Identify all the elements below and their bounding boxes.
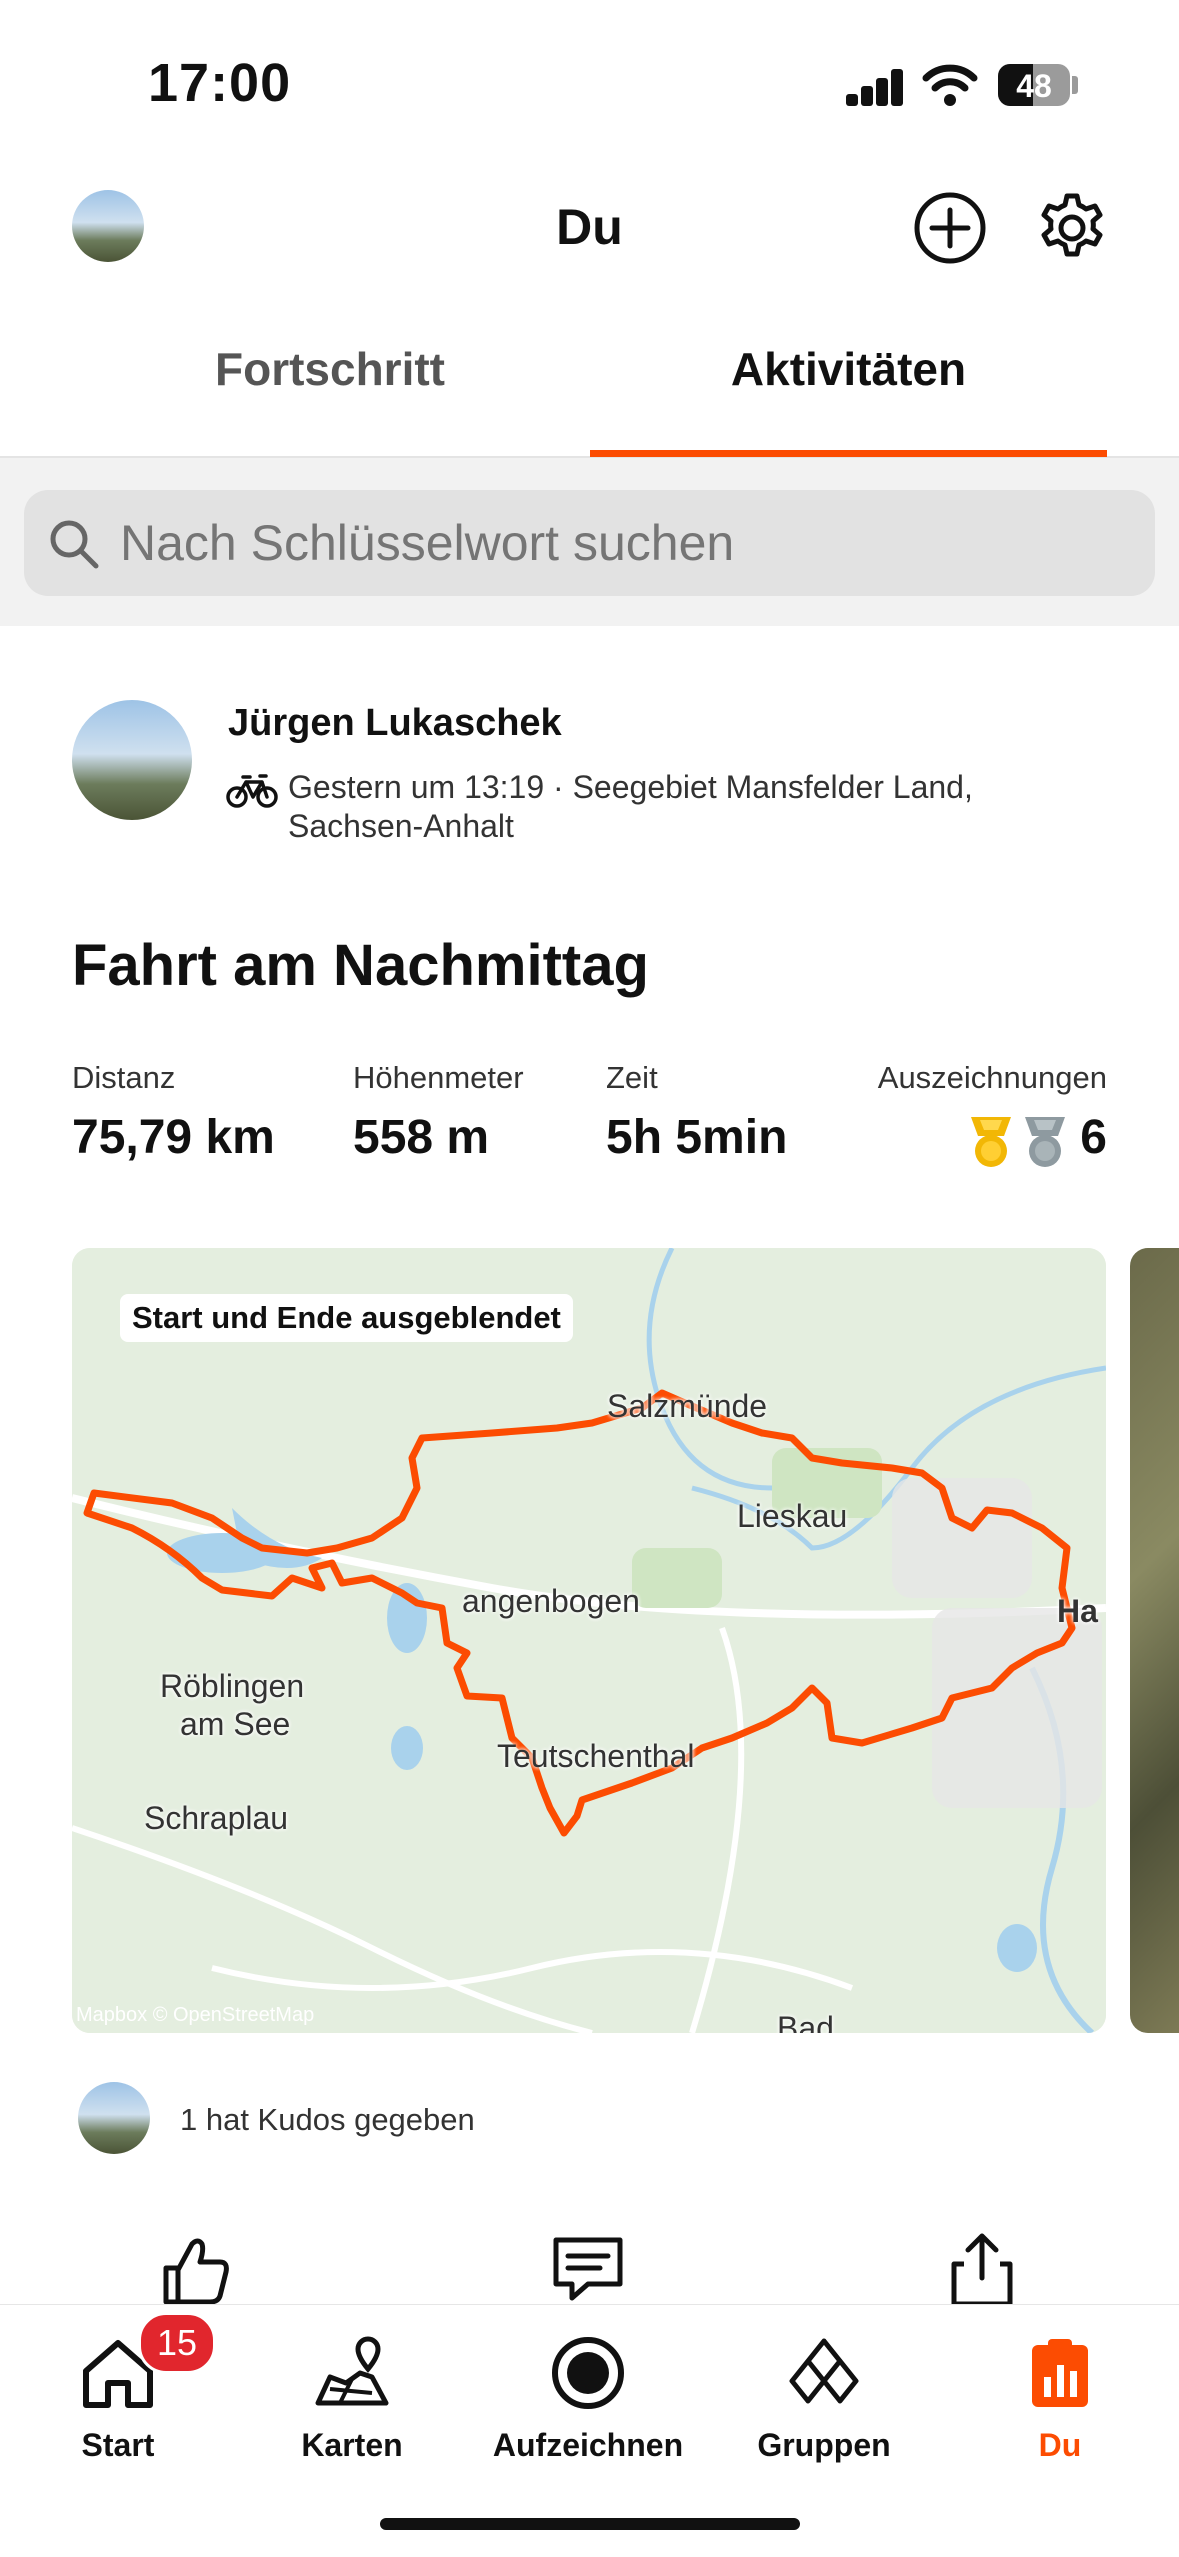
gold-medal-icon	[971, 1117, 1011, 1167]
comment-icon[interactable]	[548, 2230, 628, 2310]
battery-indicator: 48	[998, 64, 1070, 106]
you-icon	[1032, 2339, 1088, 2407]
nav-aufzeichnen-label: Aufzeichnen	[492, 2427, 684, 2463]
stat-achievements-value: 6	[1080, 1111, 1107, 1164]
nav-aufzeichnen[interactable]: Aufzeichnen	[488, 2305, 688, 2475]
stat-elevation-value: 558 m	[353, 1111, 490, 1164]
search-icon	[50, 520, 99, 569]
activity-user-avatar[interactable]	[72, 700, 192, 820]
kudos-text[interactable]: 1 hat Kudos gegeben	[180, 2102, 475, 2138]
activity-map[interactable]: Start und Ende ausgeblendet Salzmünde Li…	[72, 1248, 1106, 2033]
page-title: Du	[556, 199, 623, 255]
nav-du[interactable]: Du	[960, 2305, 1160, 2475]
groups-icon	[789, 2338, 859, 2404]
stat-distance-value: 75,79 km	[72, 1111, 275, 1164]
map-place-schraplau: Schraplau	[144, 1800, 289, 1836]
activity-meta: Gestern um 13:19 · Seegebiet Mansfelder …	[288, 769, 973, 805]
add-icon[interactable]	[912, 190, 988, 266]
bike-icon	[226, 774, 278, 808]
stat-achievements-label: Auszeichnungen	[877, 1060, 1107, 1095]
stat-time-label: Zeit	[606, 1060, 658, 1095]
battery-cap	[1072, 76, 1078, 94]
settings-gear-icon[interactable]	[1034, 190, 1110, 266]
tab-fortschritt[interactable]: Fortschritt	[60, 342, 600, 396]
activity-title[interactable]: Fahrt am Nachmittag	[72, 932, 649, 999]
notification-badge: 15	[138, 2312, 216, 2374]
map-attribution: Mapbox © OpenStreetMap	[76, 2004, 315, 2026]
nav-karten-label: Karten	[301, 2427, 403, 2463]
map-place-lieskau: Lieskau	[737, 1498, 848, 1534]
nav-gruppen-label: Gruppen	[757, 2427, 891, 2463]
home-indicator	[380, 2518, 800, 2530]
status-time: 17:00	[148, 53, 292, 113]
nav-gruppen[interactable]: Gruppen	[724, 2305, 924, 2475]
nav-karten[interactable]: Karten	[252, 2305, 452, 2475]
share-icon[interactable]	[942, 2230, 1022, 2310]
map-place-roeblingen: Röblingen	[160, 1668, 305, 1704]
nav-du-label: Du	[1038, 2427, 1082, 2463]
activity-photo-thumbnail[interactable]	[1130, 1248, 1179, 2033]
stat-distance-label: Distanz	[72, 1060, 176, 1095]
map-place-langenbogen: angenbogen	[462, 1583, 640, 1619]
record-icon	[552, 2337, 624, 2409]
map-place-bad: Bad	[777, 2010, 834, 2033]
stat-elevation-label: Höhenmeter	[353, 1060, 524, 1095]
kudos-avatar[interactable]	[78, 2082, 150, 2154]
activity-user-name[interactable]: Jürgen Lukaschek	[228, 702, 562, 745]
stat-time-value: 5h 5min	[606, 1111, 788, 1164]
wifi-icon	[922, 64, 978, 106]
map-place-salzmuende: Salzmünde	[607, 1388, 768, 1424]
tab-aktivitaeten[interactable]: Aktivitäten	[590, 342, 1107, 396]
cellular-signal-icon	[846, 68, 903, 106]
map-privacy-label: Start und Ende ausgeblendet	[120, 1294, 573, 1342]
active-tab-indicator	[590, 450, 1107, 457]
search-input[interactable]	[120, 490, 1120, 596]
activity-location: Sachsen-Anhalt	[288, 808, 514, 844]
nav-start-label: Start	[81, 2427, 155, 2463]
map-place-halle: Ha	[1057, 1593, 1098, 1629]
route-line	[83, 1389, 1076, 1837]
map-place-am-see: am See	[180, 1706, 291, 1742]
kudos-thumbs-up-icon[interactable]	[156, 2230, 236, 2310]
map-icon	[315, 2336, 389, 2406]
silver-medal-icon	[1025, 1117, 1065, 1167]
map-place-teutschenthal: Teutschenthal	[497, 1738, 695, 1774]
search-box[interactable]	[24, 490, 1155, 596]
